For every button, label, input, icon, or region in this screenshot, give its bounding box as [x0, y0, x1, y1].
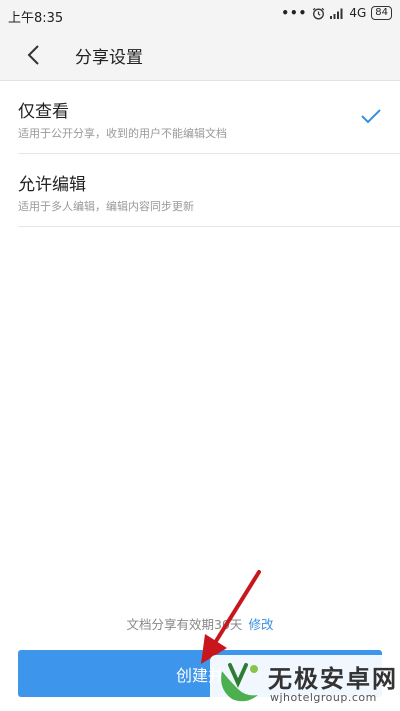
- option-description: 适用于多人编辑，编辑内容同步更新: [18, 200, 194, 213]
- option-label: 仅查看: [18, 102, 69, 122]
- notification-dots: •••: [281, 6, 308, 20]
- watermark-logo-icon: [221, 663, 258, 702]
- status-bar: 上午8:35 ••• 4G 84: [0, 0, 400, 30]
- network-type: 4G: [349, 6, 367, 20]
- option-label: 允许编辑: [18, 175, 86, 195]
- back-arrow-icon[interactable]: [22, 42, 48, 68]
- annotation-arrow-icon: [201, 570, 261, 664]
- watermark: 无极安卓网 wjhotelgroup.com: [210, 655, 398, 709]
- battery-indicator: 84: [371, 6, 392, 20]
- watermark-title: 无极安卓网: [268, 665, 398, 693]
- page-title: 分享设置: [75, 48, 143, 68]
- option-view-only[interactable]: 仅查看 适用于公开分享，收到的用户不能编辑文档: [18, 81, 400, 154]
- header-bar: 分享设置: [0, 30, 400, 81]
- watermark-url: wjhotelgroup.com: [270, 691, 377, 704]
- signal-icon: [330, 8, 343, 19]
- option-allow-edit[interactable]: 允许编辑 适用于多人编辑，编辑内容同步更新: [18, 154, 400, 227]
- status-icons: ••• 4G 84: [281, 6, 392, 20]
- alarm-icon: [313, 7, 325, 19]
- status-time: 上午8:35: [8, 11, 64, 26]
- option-description: 适用于公开分享，收到的用户不能编辑文档: [18, 127, 227, 140]
- checkmark-icon: [361, 109, 381, 124]
